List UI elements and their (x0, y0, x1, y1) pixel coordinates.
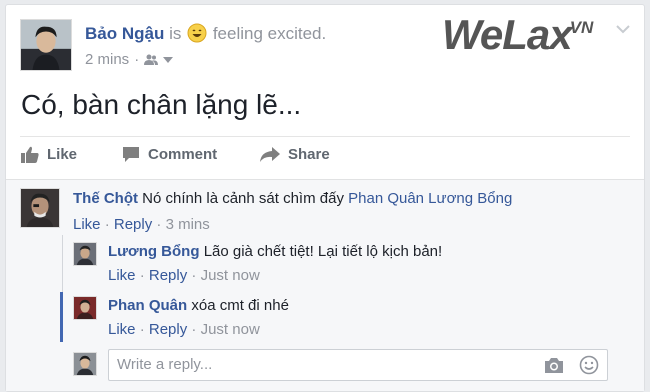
reply-like-link[interactable]: Like (108, 267, 136, 284)
reply-time[interactable]: Just now (201, 321, 260, 338)
replier-avatar-phan-quan[interactable] (73, 296, 97, 320)
reply-input[interactable] (117, 356, 517, 373)
svg-text:.VN: .VN (565, 18, 594, 37)
is-text: is (169, 24, 182, 43)
comment-reply-link[interactable]: Reply (114, 216, 152, 233)
author-avatar[interactable] (20, 19, 72, 71)
reply-text: Lão già chết tiệt! Lại tiết lộ kịch bản! (203, 243, 443, 260)
thumbs-up-icon (21, 146, 39, 163)
comment-the-chot: Thế Chột Nó chính là cảnh sát chìm đấy P… (73, 190, 512, 207)
reply-like-link[interactable]: Like (108, 321, 136, 338)
like-button[interactable]: Like (21, 146, 77, 163)
reply-highlight-bar (60, 292, 63, 342)
replier-avatar-luong-bong[interactable] (73, 242, 97, 266)
comment-time[interactable]: 3 mins (166, 216, 210, 233)
reply-time[interactable]: Just now (201, 267, 260, 284)
commenter-avatar-the-chot[interactable] (20, 188, 60, 228)
camera-icon[interactable] (544, 356, 564, 374)
divider (20, 136, 630, 137)
dot-separator: · (134, 51, 140, 68)
feeling-text: feeling excited. (212, 24, 327, 43)
svg-text:WeLax: WeLax (442, 11, 574, 58)
reply-phan-quan: Phan Quân xóa cmt đi nhé (108, 297, 289, 314)
current-user-avatar[interactable] (73, 352, 97, 376)
comment-label: Comment (148, 146, 218, 163)
post-card: Bảo Ngậu is feeling excited. 2 mins · We… (5, 4, 645, 392)
comment-actions: Like · Reply · 3 mins (73, 216, 210, 233)
comment-like-link[interactable]: Like (73, 216, 101, 233)
reply-reply-link[interactable]: Reply (149, 321, 187, 338)
welax-watermark: WeLax .VN (442, 11, 594, 58)
share-button[interactable]: Share (260, 146, 330, 163)
comment-icon (123, 147, 139, 162)
reply-composer[interactable] (108, 349, 608, 381)
reply-actions: Like · Reply · Just now (108, 321, 260, 338)
share-label: Share (288, 146, 330, 163)
reply-actions: Like · Reply · Just now (108, 267, 260, 284)
comment-text: Nó chính là cảnh sát chìm đấy (142, 190, 344, 207)
emoji-picker-icon[interactable] (579, 355, 599, 375)
post-text: Có, bàn chân lặng lẽ... (21, 89, 302, 120)
post-options-chevron-icon[interactable] (615, 23, 631, 35)
reply-reply-link[interactable]: Reply (149, 267, 187, 284)
post-meta: 2 mins · (85, 51, 174, 68)
privacy-dropdown-icon[interactable] (163, 56, 174, 63)
post-time[interactable]: 2 mins (85, 51, 129, 68)
tagged-users-link[interactable]: Phan Quân Lương Bổng (348, 190, 512, 207)
reply-text: xóa cmt đi nhé (191, 297, 289, 314)
reply-luong-bong: Lương Bổng Lão già chết tiệt! Lại tiết l… (108, 243, 442, 260)
friends-icon[interactable] (144, 54, 159, 65)
reply-author[interactable]: Phan Quân (108, 297, 187, 314)
like-label: Like (47, 146, 78, 163)
comment-author[interactable]: Thế Chột (73, 190, 138, 207)
reply-author[interactable]: Lương Bổng (108, 243, 200, 260)
comment-button[interactable]: Comment (122, 146, 217, 163)
author-name[interactable]: Bảo Ngậu (85, 24, 164, 43)
excited-emoji-icon (187, 23, 207, 43)
share-arrow-icon (260, 147, 280, 162)
post-header: Bảo Ngậu is feeling excited. (85, 23, 326, 44)
